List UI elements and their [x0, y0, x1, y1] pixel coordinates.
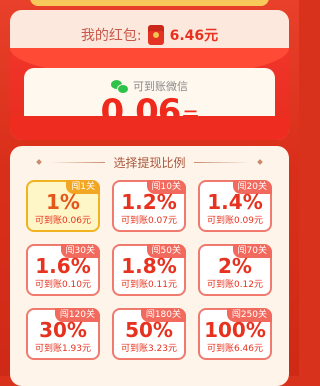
diamond-icon	[256, 159, 263, 165]
credit-amount: 可到账0.09元	[206, 216, 264, 226]
ratio-value: 1.4%	[207, 190, 263, 214]
ratio-option-5[interactable]: 闯50关 1.8% 可到账0.11元	[112, 244, 186, 296]
wallet-amount: 6.46元	[169, 28, 219, 44]
section-title: 选择提现比例	[113, 155, 186, 170]
wallet-label: 我的红包:	[80, 28, 142, 44]
credit-amount: 可到账3.23元	[120, 344, 178, 354]
diamond-icon	[36, 159, 43, 165]
divider-right	[193, 161, 250, 163]
credit-amount: 可到账0.07元	[120, 216, 178, 226]
ratio-option-9[interactable]: 闯250关 100% 可到账6.46元	[198, 308, 272, 360]
ratio-option-2[interactable]: 闯10关 1.2% 可到账0.07元	[112, 180, 186, 232]
credit-amount: 可到账0.12元	[206, 280, 264, 290]
ratio-value: 1.6%	[35, 254, 91, 278]
red-envelope-icon	[147, 25, 164, 45]
ratio-option-1[interactable]: 闯1关 1% 可到账0.06元	[26, 180, 100, 232]
credit-amount: 可到账0.11元	[120, 280, 178, 290]
ratio-value: 1%	[46, 190, 80, 214]
ratio-value: 100%	[204, 318, 266, 342]
divider-left	[49, 161, 106, 163]
wechat-icon	[111, 80, 129, 94]
ratio-option-6[interactable]: 闯70关 2% 可到账0.12元	[198, 244, 272, 296]
top-banner-edge	[30, 0, 269, 6]
ratio-grid: 闯1关 1% 可到账0.06元 闯10关 1.2% 可到账0.07元 闯20关 …	[26, 180, 273, 360]
credit-amount: 可到账1.93元	[34, 344, 92, 354]
wallet-balance-row: 我的红包: 6.46元	[10, 22, 289, 48]
credit-amount: 可到账0.10元	[34, 280, 92, 290]
ratio-option-7[interactable]: 闯120关 30% 可到账1.93元	[26, 308, 100, 360]
credit-amount: 可到账0.06元	[34, 216, 92, 226]
ratio-panel: 选择提现比例 闯1关 1% 可到账0.06元 闯10关 1.2% 可到账0.07…	[10, 146, 289, 386]
ratio-value: 2%	[218, 254, 252, 278]
ratio-value: 30%	[39, 318, 87, 342]
ratio-value: 1.8%	[121, 254, 177, 278]
ratio-option-8[interactable]: 闯180关 50% 可到账3.23元	[112, 308, 186, 360]
envelope-front	[10, 116, 289, 140]
ratio-value: 50%	[125, 318, 173, 342]
credit-amount: 可到账6.46元	[206, 344, 264, 354]
ratio-option-4[interactable]: 闯30关 1.6% 可到账0.10元	[26, 244, 100, 296]
section-header: 选择提现比例	[10, 152, 289, 172]
ratio-value: 1.2%	[121, 190, 177, 214]
ratio-option-3[interactable]: 闯20关 1.4% 可到账0.09元	[198, 180, 272, 232]
